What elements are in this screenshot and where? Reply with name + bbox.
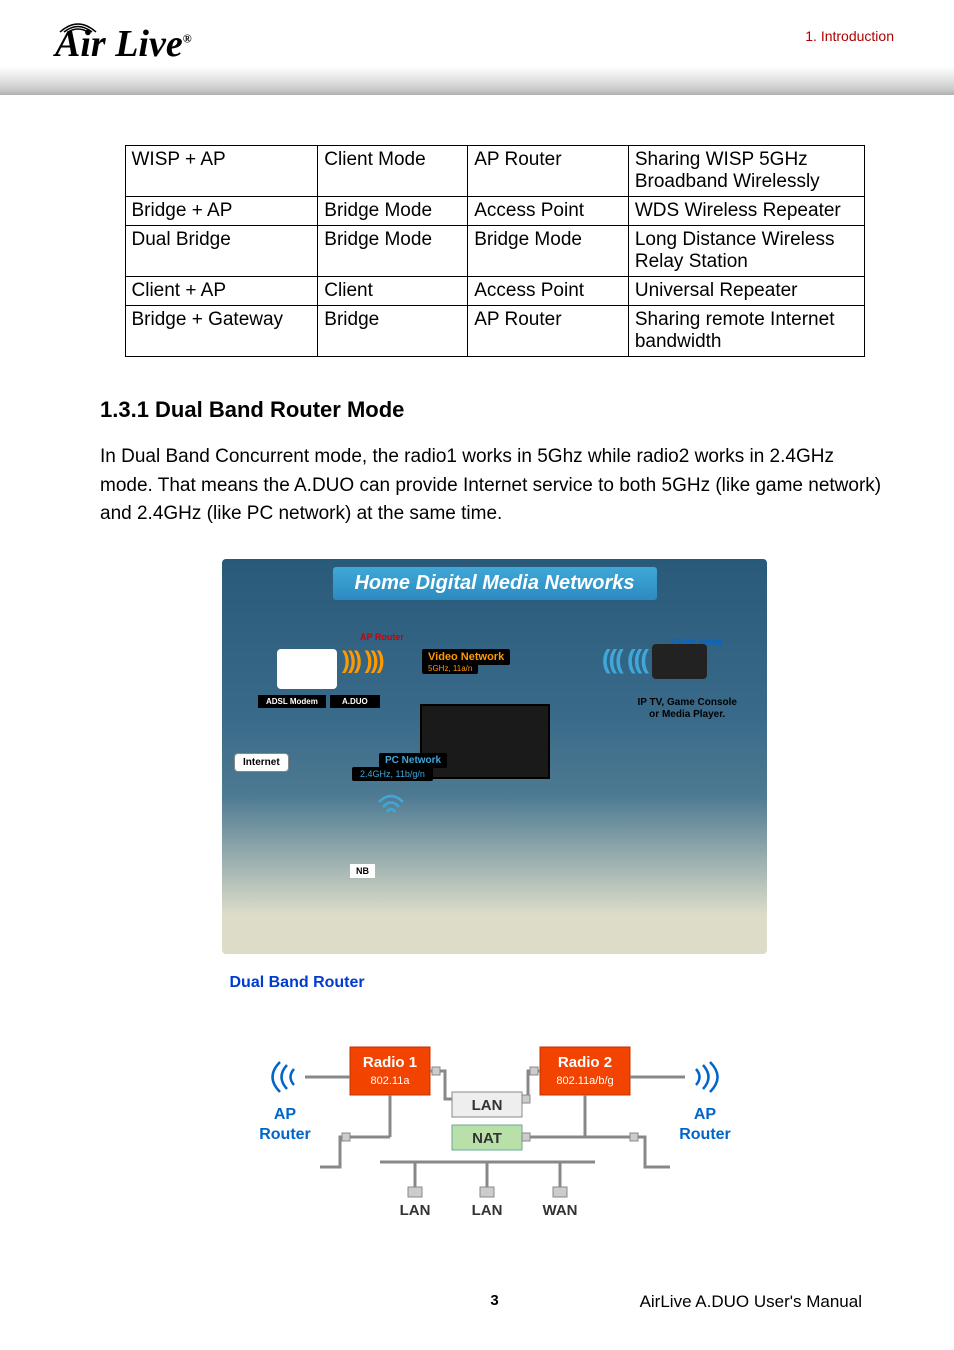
table-cell: Sharing remote Internet bandwidth: [628, 306, 864, 357]
lan-label: LAN: [471, 1097, 502, 1114]
table-cell: Bridge Mode: [318, 197, 468, 226]
page-content: WISP + AP Client Mode AP Router Sharing …: [0, 95, 954, 1262]
video-network-sublabel: 5GHz, 11a/n: [422, 663, 478, 674]
dual-band-diagram: AP Router AP Router Radio 1 802.11a Radi…: [230, 1007, 760, 1227]
table-cell: Sharing WISP 5GHz Broadband Wirelessly: [628, 146, 864, 197]
ap-left-label: AP: [273, 1106, 296, 1123]
aduo-label: A.DUO: [330, 695, 380, 708]
promo-title: Home Digital Media Networks: [332, 567, 656, 600]
adsl-modem-label: ADSL Modem: [258, 695, 326, 708]
client-device-icon: [652, 644, 707, 679]
iptv-line2: or Media Player.: [649, 709, 725, 720]
radio1-label: Radio 1: [362, 1054, 416, 1071]
internet-label: Internet: [234, 753, 289, 772]
table-cell: Bridge: [318, 306, 468, 357]
diagram-title: Dual Band Router: [230, 974, 760, 992]
iptv-line1: IP TV, Game Console: [638, 697, 737, 708]
table-cell: Access Point: [468, 277, 629, 306]
table-cell: Universal Repeater: [628, 277, 864, 306]
logo-registered: ®: [183, 31, 192, 45]
port-lan-label: LAN: [471, 1202, 502, 1219]
router-right-label: Router: [679, 1126, 731, 1143]
chapter-label: 1. Introduction: [805, 28, 894, 44]
table-cell: WISP + AP: [125, 146, 318, 197]
table-cell: WDS Wireless Repeater: [628, 197, 864, 226]
port-icon: [553, 1187, 567, 1197]
table-cell: AP Router: [468, 306, 629, 357]
pc-network-sublabel: 2.4GHz, 11b/g/n: [352, 767, 433, 781]
table-cell: Dual Bridge: [125, 226, 318, 277]
nat-label: NAT: [472, 1130, 502, 1147]
table-cell: Client Mode: [318, 146, 468, 197]
port-icon: [408, 1187, 422, 1197]
nb-label: NB: [350, 864, 375, 878]
table-cell: Client + AP: [125, 277, 318, 306]
port-wan-label: WAN: [542, 1202, 577, 1219]
radio1-sublabel: 802.11a: [370, 1075, 410, 1087]
diagram-figure: Dual Band Router AP Router AP Router Rad…: [230, 974, 760, 1232]
wifi-waves-icon: ))) ))): [342, 647, 383, 675]
radio2-sublabel: 802.11a/b/g: [556, 1075, 613, 1087]
table-cell: Client: [318, 277, 468, 306]
section-heading: 1.3.1 Dual Band Router Mode: [100, 397, 889, 423]
wifi-waves-icon: ((( (((: [602, 644, 647, 675]
ap-right-label: AP: [693, 1106, 716, 1123]
table-cell: AP Router: [468, 146, 629, 197]
logo-text: Air Live: [55, 23, 183, 65]
table-row: Client + AP Client Access Point Universa…: [125, 277, 864, 306]
iptv-label: IP TV, Game Console or Media Player.: [638, 697, 737, 721]
page-footer: 3 AirLive A.DUO User's Manual: [0, 1292, 954, 1339]
pc-network-label: PC Network: [379, 753, 447, 768]
radio2-label: Radio 2: [557, 1054, 611, 1071]
router-left-label: Router: [259, 1126, 311, 1143]
ap-router-label: AP Router: [360, 632, 404, 642]
antenna-waves-right-icon: [696, 1062, 718, 1092]
table-row: WISP + AP Client Mode AP Router Sharing …: [125, 146, 864, 197]
brand-logo: Air Live®: [55, 22, 192, 66]
router-device-icon: [277, 649, 337, 689]
port-icon: [480, 1187, 494, 1197]
footer-manual-title: AirLive A.DUO User's Manual: [640, 1292, 862, 1312]
table-cell: Long Distance Wireless Relay Station: [628, 226, 864, 277]
table-cell: Bridge Mode: [318, 226, 468, 277]
table-cell: Bridge Mode: [468, 226, 629, 277]
page-header: Air Live® 1. Introduction: [0, 0, 954, 95]
table-row: Dual Bridge Bridge Mode Bridge Mode Long…: [125, 226, 864, 277]
promo-figure: Home Digital Media Networks AP Router ))…: [100, 559, 889, 954]
table-cell: Bridge + Gateway: [125, 306, 318, 357]
antenna-waves-left-icon: [272, 1062, 294, 1092]
table-row: Bridge + AP Bridge Mode Access Point WDS…: [125, 197, 864, 226]
table-cell: Access Point: [468, 197, 629, 226]
promo-image: Home Digital Media Networks AP Router ))…: [222, 559, 767, 954]
port-lan-label: LAN: [399, 1202, 430, 1219]
table-cell: Bridge + AP: [125, 197, 318, 226]
mode-table: WISP + AP Client Mode AP Router Sharing …: [125, 145, 865, 357]
wifi-icon: [377, 794, 405, 823]
table-row: Bridge + Gateway Bridge AP Router Sharin…: [125, 306, 864, 357]
body-paragraph: In Dual Band Concurrent mode, the radio1…: [100, 443, 889, 529]
